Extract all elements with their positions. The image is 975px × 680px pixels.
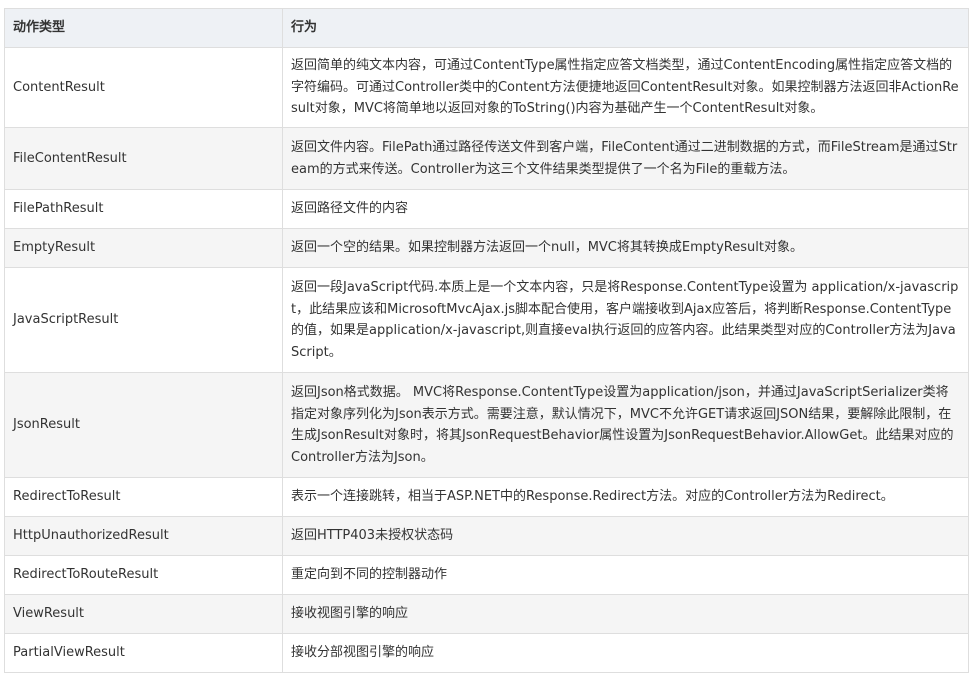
header-row: 动作类型 行为 xyxy=(4,8,969,48)
action-type-cell: ViewResult xyxy=(4,594,283,634)
page: 动作类型 行为 ContentResult 返回简单的纯文本内容，可通过Cont… xyxy=(0,0,975,680)
behavior-cell: 返回一个空的结果。如果控制器方法返回一个null，MVC将其转换成EmptyRe… xyxy=(282,228,969,268)
table-row: RedirectToRouteResult 重定向到不同的控制器动作 xyxy=(4,555,969,595)
behavior-cell: 返回文件内容。FilePath通过路径传送文件到客户端，FileContent通… xyxy=(282,127,969,190)
behavior-cell: 返回路径文件的内容 xyxy=(282,189,969,229)
action-type-cell: RedirectToRouteResult xyxy=(4,555,283,595)
action-type-cell: JsonResult xyxy=(4,372,283,478)
table-row: EmptyResult 返回一个空的结果。如果控制器方法返回一个null，MVC… xyxy=(4,228,969,268)
table-row: FilePathResult 返回路径文件的内容 xyxy=(4,189,969,229)
table-row: FileContentResult 返回文件内容。FilePath通过路径传送文… xyxy=(4,127,969,190)
behavior-cell: 返回简单的纯文本内容，可通过ContentType属性指定应答文档类型，通过Co… xyxy=(282,47,969,128)
action-result-table: 动作类型 行为 ContentResult 返回简单的纯文本内容，可通过Cont… xyxy=(4,8,969,673)
action-type-cell: FilePathResult xyxy=(4,189,283,229)
behavior-cell: 返回一段JavaScript代码.本质上是一个文本内容，只是将Response.… xyxy=(282,267,969,373)
behavior-cell: 接收视图引擎的响应 xyxy=(282,594,969,634)
table-row: HttpUnauthorizedResult 返回HTTP403未授权状态码 xyxy=(4,516,969,556)
action-type-cell: PartialViewResult xyxy=(4,633,283,673)
behavior-cell: 接收分部视图引擎的响应 xyxy=(282,633,969,673)
action-type-cell: ContentResult xyxy=(4,47,283,128)
table-row: JavaScriptResult 返回一段JavaScript代码.本质上是一个… xyxy=(4,267,969,373)
table-row: PartialViewResult 接收分部视图引擎的响应 xyxy=(4,633,969,673)
table-row: JsonResult 返回Json格式数据。 MVC将Response.Cont… xyxy=(4,372,969,478)
header-action-type: 动作类型 xyxy=(4,8,283,48)
table-body: ContentResult 返回简单的纯文本内容，可通过ContentType属… xyxy=(4,47,969,673)
behavior-cell: 表示一个连接跳转，相当于ASP.NET中的Response.Redirect方法… xyxy=(282,477,969,517)
table-row: ViewResult 接收视图引擎的响应 xyxy=(4,594,969,634)
table-header: 动作类型 行为 xyxy=(4,8,969,48)
behavior-cell: 重定向到不同的控制器动作 xyxy=(282,555,969,595)
table-row: ContentResult 返回简单的纯文本内容，可通过ContentType属… xyxy=(4,47,969,128)
table-row: RedirectToResult 表示一个连接跳转，相当于ASP.NET中的Re… xyxy=(4,477,969,517)
header-behavior: 行为 xyxy=(282,8,969,48)
action-type-cell: RedirectToResult xyxy=(4,477,283,517)
behavior-cell: 返回Json格式数据。 MVC将Response.ContentType设置为a… xyxy=(282,372,969,478)
action-type-cell: FileContentResult xyxy=(4,127,283,190)
action-type-cell: JavaScriptResult xyxy=(4,267,283,373)
action-type-cell: EmptyResult xyxy=(4,228,283,268)
action-type-cell: HttpUnauthorizedResult xyxy=(4,516,283,556)
behavior-cell: 返回HTTP403未授权状态码 xyxy=(282,516,969,556)
